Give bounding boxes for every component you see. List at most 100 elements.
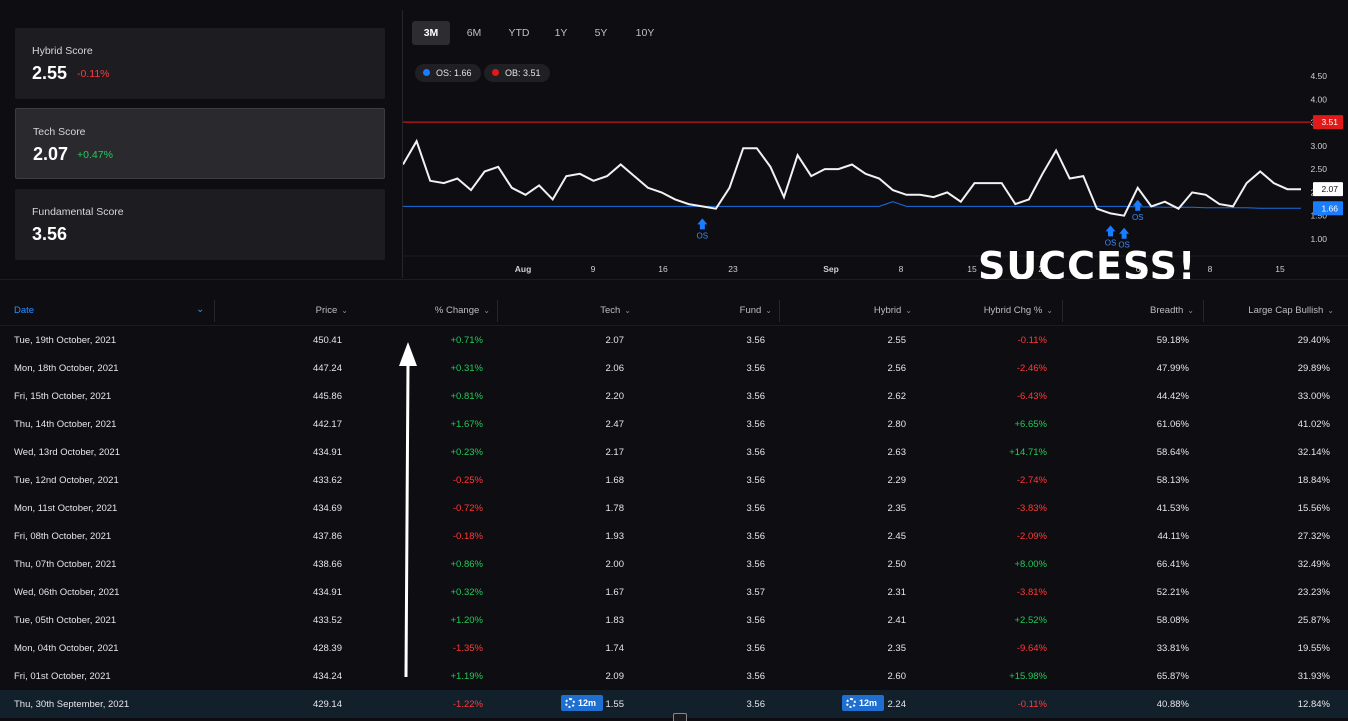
table-row[interactable]: Fri, 01st October, 2021 434.24 +1.19% 2.09 3… (0, 662, 1348, 690)
header-hybrid[interactable]: Hybrid ⌄ (874, 305, 912, 316)
x-tick-label: 9 (591, 264, 596, 274)
cell-date: Wed, 13rd October, 2021 (14, 447, 120, 458)
table-row[interactable]: Tue, 05th October, 2021 433.52 +1.20% 1.83 3… (0, 606, 1348, 634)
column-separator (779, 300, 780, 322)
chevron-down-icon: ⌄ (1187, 306, 1194, 315)
cell-pct-change: +0.32% (450, 587, 484, 598)
chevron-down-icon: ⌄ (765, 306, 772, 315)
cell-hybrid: 2.35 (887, 503, 907, 514)
cell-date: Fri, 01st October, 2021 (14, 671, 111, 682)
tech-score-line (403, 138, 1301, 217)
cell-breadth: 41.53% (1156, 503, 1189, 514)
header-hybrid-chg[interactable]: Hybrid Chg % ⌄ (984, 305, 1053, 316)
cell-breadth: 40.88% (1156, 699, 1189, 710)
cell-tech: 1.93 (605, 531, 625, 542)
chevron-down-icon: ⌄ (905, 306, 912, 315)
cell-breadth: 52.21% (1156, 587, 1189, 598)
table-row[interactable]: Tue, 12nd October, 2021 433.62 -0.25% 1.68 3… (0, 466, 1348, 494)
cell-price: 434.69 (312, 503, 342, 514)
cell-fund: 3.56 (746, 671, 766, 682)
fundamental-score-value: 3.56 (32, 224, 68, 244)
cell-pct-change: +0.81% (450, 391, 484, 402)
table-row[interactable]: Mon, 18th October, 2021 447.24 +0.31% 2.06 3… (0, 354, 1348, 382)
cell-date: Tue, 05th October, 2021 (14, 615, 117, 626)
table-row[interactable]: Mon, 04th October, 2021 428.39 -1.35% 1.74 3… (0, 634, 1348, 662)
success-overlay-text: SUCCESS! (978, 244, 1197, 288)
cell-date: Mon, 18th October, 2021 (14, 363, 119, 374)
cell-date: Thu, 14th October, 2021 (14, 419, 117, 430)
cell-breadth: 47.99% (1156, 363, 1189, 374)
cell-tech: 2.17 (605, 447, 625, 458)
cell-fund: 3.56 (746, 531, 766, 542)
cell-large-cap-bullish: 18.84% (1297, 475, 1330, 486)
hybrid-12m-badge[interactable]: 12m (842, 695, 884, 711)
calendar-icon (565, 698, 575, 708)
cell-price: 433.52 (312, 615, 342, 626)
cell-hybrid: 2.55 (887, 335, 907, 346)
cell-tech: 2.20 (605, 391, 625, 402)
cell-pct-change: +1.67% (450, 419, 484, 430)
cell-large-cap-bullish: 29.89% (1297, 363, 1330, 374)
cell-pct-change: -0.18% (452, 531, 483, 542)
table-row[interactable]: Mon, 11st October, 2021 434.69 -0.72% 1.78 3… (0, 494, 1348, 522)
cell-fund: 3.56 (746, 475, 766, 486)
cell-date: Wed, 06th October, 2021 (14, 587, 120, 598)
cell-hybrid: 2.24 (887, 699, 907, 710)
hybrid-score-value: 2.55 (32, 63, 68, 83)
sort-chevron-icon[interactable]: ⌄ (196, 304, 204, 315)
cell-breadth: 33.81% (1156, 643, 1189, 654)
table-row[interactable]: Fri, 08th October, 2021 437.86 -0.18% 1.93 3… (0, 522, 1348, 550)
cell-pct-change: -1.35% (452, 643, 483, 654)
header-pct-change[interactable]: % Change ⌄ (435, 305, 490, 316)
hybrid-score-label: Hybrid Score (32, 45, 93, 57)
header-breadth[interactable]: Breadth ⌄ (1150, 305, 1194, 316)
header-large-cap-bullish[interactable]: Large Cap Bullish ⌄ (1248, 305, 1334, 316)
cell-large-cap-bullish: 32.14% (1297, 447, 1330, 458)
scroll-up-icon[interactable] (673, 713, 687, 721)
badge-label: 12m (859, 698, 878, 708)
cell-tech: 1.78 (605, 503, 625, 514)
os-signal-arrow-icon (1119, 227, 1130, 239)
table-row[interactable]: Thu, 07th October, 2021 438.66 +0.86% 2.00 3… (0, 550, 1348, 578)
cell-hybrid-chg: -6.43% (1016, 391, 1047, 402)
cell-date: Thu, 30th September, 2021 (14, 699, 130, 710)
table-row[interactable]: Thu, 14th October, 2021 442.17 +1.67% 2.47 3… (0, 410, 1348, 438)
tech-score-card[interactable]: Tech Score 2.07 +0.47% (15, 108, 385, 179)
cell-price: 450.41 (312, 335, 342, 346)
score-panel: Hybrid Score 2.55 -0.11% Tech Score 2.07… (0, 10, 402, 278)
score-chart[interactable]: 4.504.003.503.002.502.001.501.00OSOSOSOS… (403, 10, 1348, 278)
os-signal-arrow-icon (1105, 225, 1116, 237)
fundamental-score-card[interactable]: Fundamental Score 3.56 (15, 189, 385, 260)
table-row[interactable]: Wed, 06th October, 2021 434.91 +0.32% 1.67 3… (0, 578, 1348, 606)
cell-price: 433.62 (312, 475, 342, 486)
last-value-tag: 2.07 (1321, 184, 1338, 194)
header-price[interactable]: Price ⌄ (316, 305, 348, 316)
table-row[interactable]: Tue, 19th October, 2021 450.41 +0.71% 2.07 3… (0, 326, 1348, 354)
chevron-down-icon: ⌄ (341, 306, 348, 315)
cell-tech: 1.83 (605, 615, 625, 626)
header-date[interactable]: Date (14, 305, 34, 316)
cell-fund: 3.56 (746, 447, 766, 458)
cell-fund: 3.56 (746, 391, 766, 402)
cell-pct-change: +0.31% (450, 363, 484, 374)
cell-tech: 2.09 (605, 671, 625, 682)
cell-hybrid-chg: -0.11% (1017, 335, 1047, 346)
cell-tech: 1.74 (605, 643, 625, 654)
cell-fund: 3.56 (746, 699, 766, 710)
header-fund[interactable]: Fund ⌄ (740, 305, 772, 316)
tech-12m-badge[interactable]: 12m (561, 695, 603, 711)
cell-price: 434.91 (312, 587, 342, 598)
table-row[interactable]: Fri, 15th October, 2021 445.86 +0.81% 2.20 3… (0, 382, 1348, 410)
cell-large-cap-bullish: 32.49% (1297, 559, 1330, 570)
cell-date: Tue, 19th October, 2021 (14, 335, 117, 346)
hybrid-score-card[interactable]: Hybrid Score 2.55 -0.11% (15, 28, 385, 99)
header-tech[interactable]: Tech ⌄ (600, 305, 631, 316)
cell-fund: 3.56 (746, 335, 766, 346)
cell-hybrid: 2.63 (887, 447, 907, 458)
cell-hybrid: 2.60 (887, 671, 907, 682)
cell-price: 428.39 (312, 643, 342, 654)
cell-tech: 2.06 (605, 363, 625, 374)
cell-tech: 1.55 (605, 699, 625, 710)
cell-hybrid-chg: -9.64% (1016, 643, 1047, 654)
table-row[interactable]: Wed, 13rd October, 2021 434.91 +0.23% 2.17 3… (0, 438, 1348, 466)
